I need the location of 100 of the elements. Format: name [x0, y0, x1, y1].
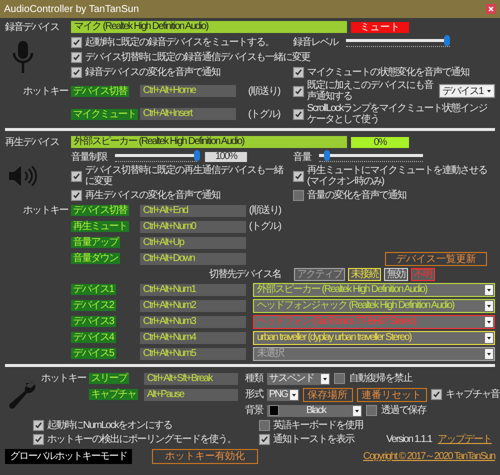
status-legend: 未接続: [348, 268, 381, 280]
wrench-icon: [7, 380, 37, 410]
slider-label: 音量: [293, 152, 311, 162]
checkbox-label: ホットキーの検出にポーリングモードを使う。: [47, 434, 236, 445]
slider-thumb[interactable]: [194, 150, 200, 161]
checkbox-label: 既定に加えこのデバイスにも音声通知する: [307, 80, 434, 102]
checkbox[interactable]: [33, 434, 44, 445]
close-button[interactable]: [486, 4, 496, 14]
hotkey-note: (トグル): [248, 108, 282, 120]
slider-thumb[interactable]: [444, 35, 450, 46]
checkbox-label: 起動時にNumLockをオンにする: [47, 420, 172, 431]
checkbox-label: マイクミュートの状態変化を音声で通知: [307, 66, 469, 78]
hotkey-label: ホットキー: [23, 86, 70, 96]
checkbox[interactable]: [71, 190, 82, 200]
hotkey-name: マイクミュート: [71, 108, 138, 120]
hotkey-field[interactable]: Ctrl+Alt+Num3: [140, 316, 246, 328]
hotkey-field[interactable]: Ctrl+Alt+Sft+Break: [144, 372, 238, 384]
checkbox-label: デバイス切替時に既定の再生通信デバイスも一緒に変更: [85, 165, 284, 187]
device-field[interactable]: 外部スピーカー (Realtek High Definition Audio): [71, 136, 347, 148]
device-dropdown[interactable]: デバイス1: [439, 84, 495, 98]
hotkey-field[interactable]: Alt+Pause: [144, 388, 238, 400]
version-text: Version 1.1.1: [386, 434, 432, 445]
hotkey-name: デバイス3: [71, 316, 116, 327]
checkbox-label: 自動復帰を禁止: [349, 373, 412, 384]
checkbox[interactable]: [293, 86, 304, 96]
checkbox[interactable]: [33, 420, 44, 431]
hotkey-field[interactable]: Ctrl+Alt+Num0: [140, 220, 246, 232]
checkbox-label: 録音デバイスの変化を音声で通知: [85, 66, 220, 78]
device-dropdown[interactable]: urban traveller (dyplay urban traveller Stereo): [253, 330, 495, 344]
target-label: 切替先デバイス名: [209, 268, 281, 280]
checkbox[interactable]: [71, 52, 82, 62]
checkbox[interactable]: [293, 66, 304, 78]
section-label: 再生デバイス: [5, 136, 60, 148]
microphone-icon: [12, 40, 34, 74]
caret-icon: [485, 316, 493, 326]
checkbox[interactable]: [71, 66, 82, 78]
caret-icon: [290, 390, 298, 400]
checkbox-label: ScrollLockランプをマイクミュート状態インジケータとして使う: [307, 103, 488, 125]
device-dropdown[interactable]: ヘッドフォンジャック (Realtek High Definition Audio): [253, 298, 495, 312]
update-link[interactable]: アップデート: [438, 434, 492, 445]
hotkey-name: 音量ダウン: [71, 253, 120, 264]
checkbox[interactable]: [259, 434, 270, 445]
background-label: 背景: [245, 405, 263, 416]
hotkey-name: 音量アップ: [71, 237, 120, 248]
checkbox[interactable]: [293, 190, 304, 200]
hotkey-field[interactable]: Ctrl+Alt+Num1: [140, 284, 246, 296]
hotkey-note: (順送り): [248, 86, 282, 96]
refresh-button[interactable]: デバイス一覧更新: [385, 252, 487, 266]
hotkey-field[interactable]: Ctrl+Alt+Num5: [140, 348, 246, 360]
status-legend: 無効: [384, 268, 408, 280]
caret-icon: [485, 348, 493, 358]
checkbox[interactable]: [71, 170, 82, 182]
checkbox[interactable]: [71, 36, 82, 48]
caret-icon: [485, 86, 493, 96]
action-button[interactable]: 保存場所: [302, 388, 353, 402]
hotkey-name: 再生ミュート: [71, 221, 129, 232]
format-dropdown[interactable]: PNG: [267, 388, 299, 400]
hotkey-field[interactable]: Ctrl+Alt+Down: [140, 252, 246, 264]
type-dropdown[interactable]: サスペンド: [267, 372, 330, 384]
hotkey-field[interactable]: Ctrl+Alt+End: [140, 204, 246, 216]
checkbox[interactable]: [334, 373, 345, 384]
checkbox-label: 起動時に既定の録音デバイスをミュートする。: [85, 36, 274, 48]
slider-label: 音量制限: [71, 152, 107, 162]
checkbox-label: デバイス切替時に既定の録音通信デバイスも一緒に変更: [85, 52, 310, 62]
hotkey-field[interactable]: Ctrl+Alt+Insert: [140, 108, 236, 120]
window-title: AudioController by TanTanSun: [4, 4, 139, 14]
hotkey-toggle-button[interactable]: ホットキー有効化: [152, 449, 258, 464]
slider-track[interactable]: [346, 35, 450, 46]
device-field[interactable]: マイク (Realtek High Definition Audio): [71, 21, 347, 33]
slider-track[interactable]: [115, 150, 197, 161]
mode-label: グローバルホットキーモード: [5, 449, 132, 464]
format-label: 形式: [245, 389, 263, 400]
checkbox[interactable]: [259, 420, 270, 431]
hotkey-field[interactable]: Ctrl+Alt+Num4: [140, 332, 246, 344]
checkbox[interactable]: [293, 170, 304, 182]
caret-icon: [352, 406, 361, 416]
checkbox-label: 音量の変化を音声で通知: [307, 190, 406, 200]
hotkey-field[interactable]: Ctrl+Alt+Home: [140, 85, 236, 97]
caret-icon: [321, 374, 329, 384]
caret-icon: [485, 284, 493, 294]
checkbox[interactable]: [366, 405, 377, 416]
copyright-link[interactable]: Copyright © 2017～2020 TanTanSun: [363, 451, 495, 462]
checkbox[interactable]: [293, 108, 304, 120]
mute-button[interactable]: ミュート: [351, 22, 409, 32]
background-dropdown[interactable]: Black: [267, 404, 362, 416]
hotkey-name: デバイス2: [71, 300, 116, 311]
hotkey-field[interactable]: Ctrl+Alt+Up: [140, 236, 246, 248]
status-legend: アクティブ: [294, 268, 345, 280]
caret-icon: [485, 300, 493, 310]
type-label: 種類: [245, 373, 263, 384]
slider-thumb[interactable]: [324, 150, 330, 161]
hotkey-field[interactable]: Ctrl+Alt+Num2: [140, 300, 246, 312]
hotkey-label: ホットキー: [23, 205, 70, 216]
hotkey-name: デバイス5: [71, 348, 116, 359]
caret-icon: [485, 332, 493, 342]
checkbox[interactable]: [430, 389, 442, 400]
action-button[interactable]: 連番リセット: [356, 388, 427, 402]
hotkey-note: (順送り): [249, 205, 281, 216]
device-dropdown[interactable]: 未選択: [253, 346, 495, 360]
volume-limit-reading: 100%: [205, 152, 247, 162]
